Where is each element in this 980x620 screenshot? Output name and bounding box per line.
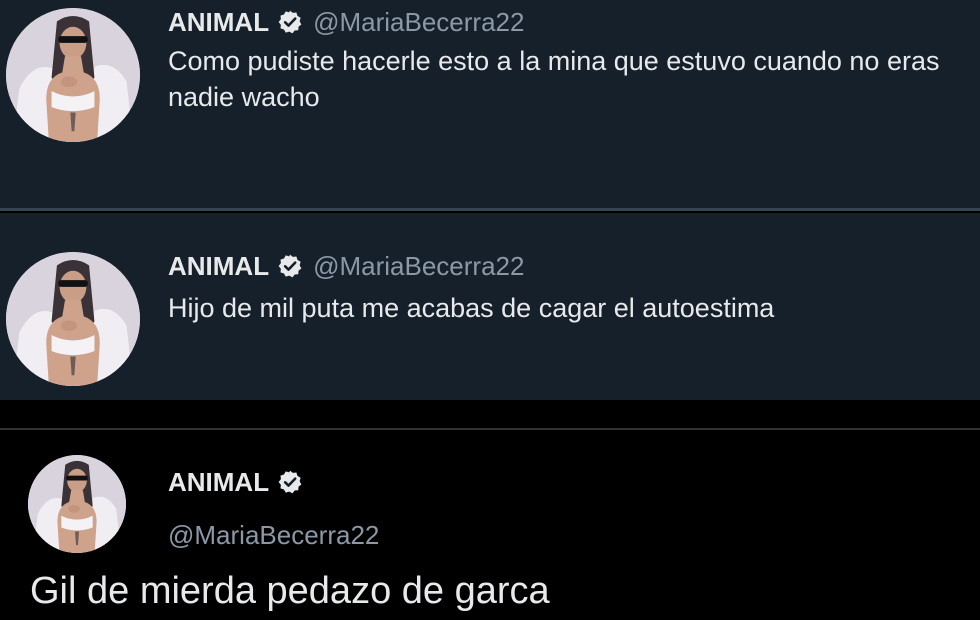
profile-avatar[interactable] [6,252,140,386]
divider [0,208,980,211]
user-handle[interactable]: @MariaBecerra22 [168,520,379,551]
tweet-text: Como pudiste hacerle esto a la mina que … [168,46,940,112]
tweet-3[interactable]: ANIMAL @MariaBecerra22 Gil de mierda ped… [0,430,980,620]
tweet-header: ANIMAL @MariaBecerra22 [168,6,524,38]
display-name[interactable]: ANIMAL [168,251,269,282]
profile-avatar[interactable] [28,455,126,553]
tweet-text: Gil de mierda pedazo de garca [30,570,550,612]
tweet-header: ANIMAL @MariaBecerra22 [168,250,524,282]
display-name[interactable]: ANIMAL [168,467,269,498]
avatar-image [28,455,126,553]
tweet-text: Hijo de mil puta me acabas de cagar el a… [168,293,775,323]
verified-badge-icon [277,9,303,35]
verified-badge-icon [277,469,303,495]
user-handle[interactable]: @MariaBecerra22 [313,7,524,38]
avatar-image [6,252,140,386]
user-handle[interactable]: @MariaBecerra22 [313,251,524,282]
tweet-1[interactable]: ANIMAL @MariaBecerra22 Como pudiste hace… [0,0,980,208]
display-name[interactable]: ANIMAL [168,7,269,38]
avatar-image [6,8,140,142]
tweet-2[interactable]: ANIMAL @MariaBecerra22 Hijo de mil puta … [0,213,980,400]
verified-badge-icon [277,253,303,279]
profile-avatar[interactable] [6,8,140,142]
tweet-header: ANIMAL [168,466,303,498]
